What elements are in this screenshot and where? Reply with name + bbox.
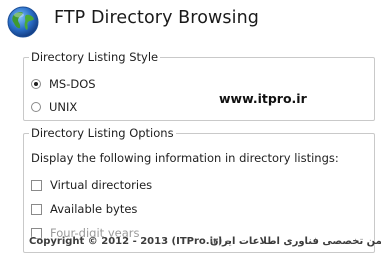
- virtual-directories-label: Virtual directories: [50, 178, 153, 192]
- virtual-directories-checkbox[interactable]: [31, 179, 42, 191]
- watermark-copyright: Copyright © 2012 - 2013 (ITPro.ir) -: [29, 236, 231, 247]
- available-bytes-label: Available bytes: [50, 202, 138, 216]
- watermark-site: www.itpro.ir: [219, 91, 307, 106]
- unix-radio-option[interactable]: UNIX: [31, 100, 77, 114]
- ms-dos-label: MS-DOS: [49, 77, 96, 91]
- virtual-directories-option[interactable]: Virtual directories: [31, 178, 152, 192]
- directory-listing-style-legend: Directory Listing Style: [31, 50, 159, 64]
- unix-label: UNIX: [49, 100, 78, 114]
- listing-options-description: Display the following information in dir…: [31, 151, 339, 165]
- available-bytes-option[interactable]: Available bytes: [31, 202, 137, 216]
- ms-dos-radio[interactable]: [31, 79, 41, 89]
- watermark-persian: انجمن تخصصی فناوری اطلاعات ایران: [210, 236, 381, 247]
- listing-options-description-text: Display the following information in dir…: [31, 151, 339, 165]
- ms-dos-radio-option[interactable]: MS-DOS: [31, 77, 96, 91]
- available-bytes-checkbox[interactable]: [31, 203, 42, 215]
- directory-listing-options-legend: Directory Listing Options: [31, 126, 174, 140]
- unix-radio[interactable]: [31, 102, 41, 112]
- globe-icon: [6, 5, 40, 39]
- page-title: FTP Directory Browsing: [54, 8, 259, 28]
